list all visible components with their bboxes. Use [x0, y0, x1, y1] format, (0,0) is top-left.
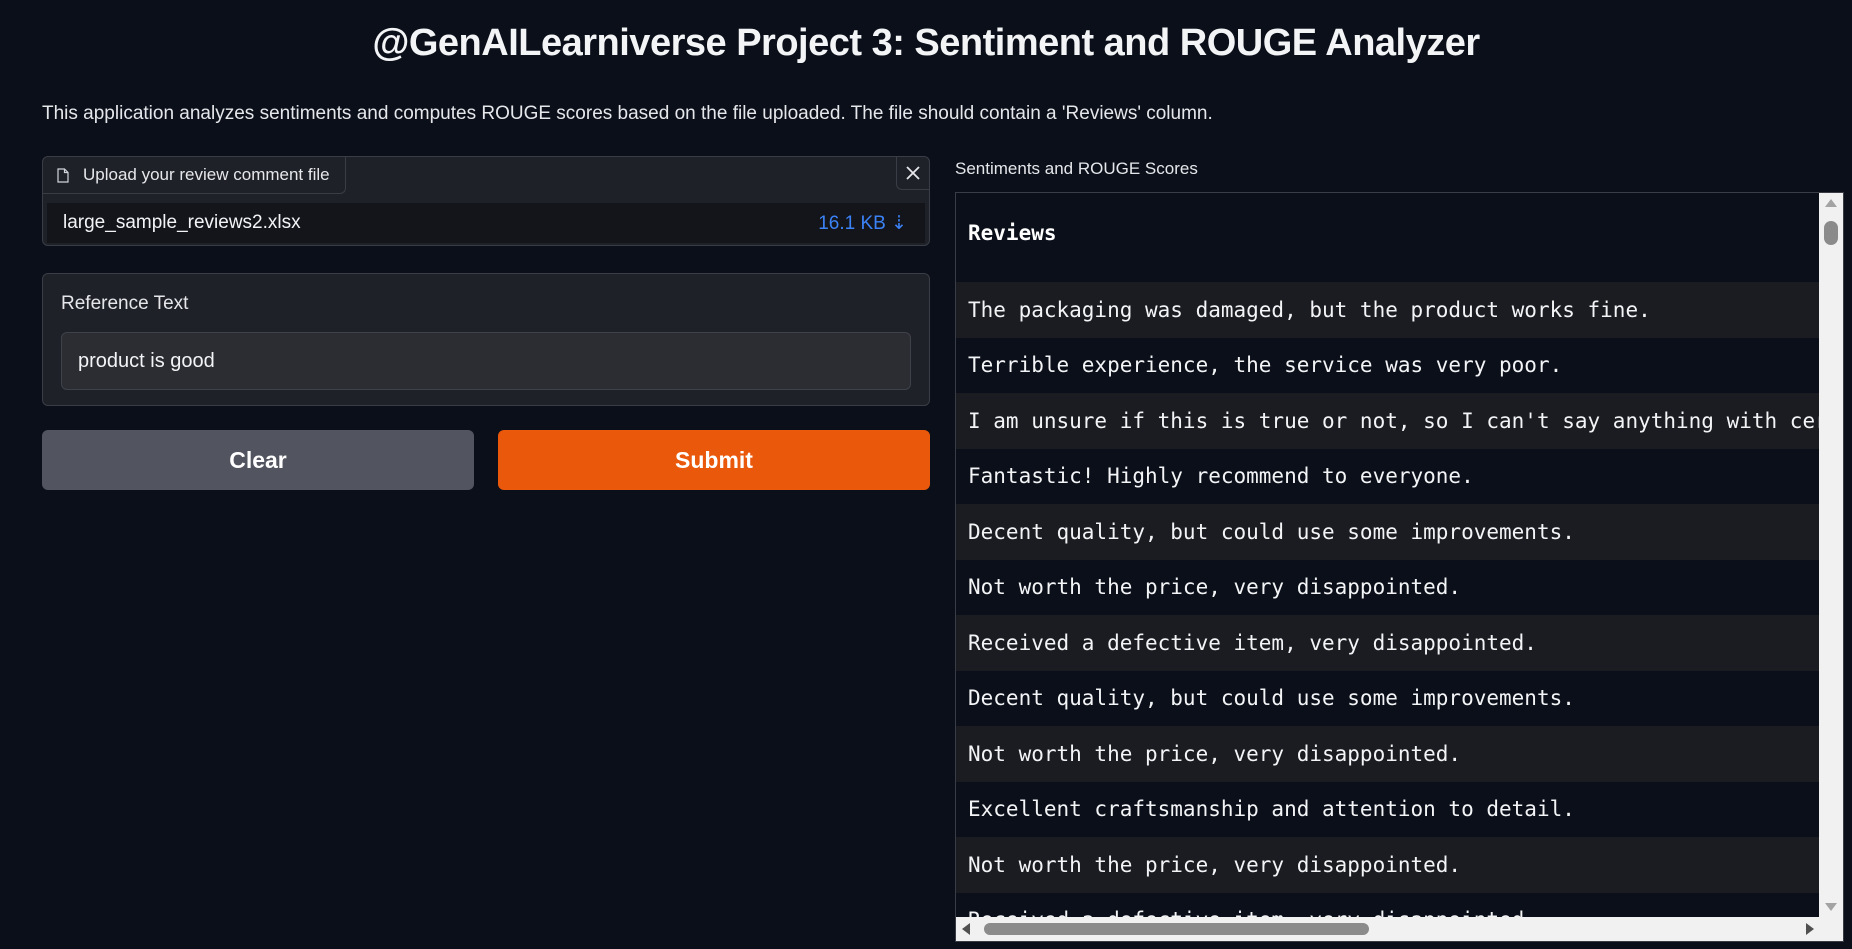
column-header-reviews: Reviews [968, 221, 1057, 245]
file-upload-label-text: Upload your review comment file [83, 165, 330, 184]
page-title: @GenAILearniverse Project 3: Sentiment a… [372, 22, 1480, 64]
table-row: Fantastic! Highly recommend to everyone. [956, 448, 1820, 504]
reference-text-panel: Reference Text [42, 273, 930, 406]
table-row: Excellent craftsmanship and attention to… [956, 781, 1820, 837]
table-row: Decent quality, but could use some impro… [956, 670, 1820, 726]
clear-button[interactable]: Clear [42, 430, 474, 490]
file-upload-label: Upload your review comment file [43, 157, 346, 194]
horizontal-scrollbar[interactable] [956, 917, 1820, 941]
table-row: The packaging was damaged, but the produ… [956, 282, 1820, 338]
clear-file-button[interactable] [896, 157, 929, 190]
scroll-right-arrow-icon[interactable] [1806, 923, 1814, 935]
scroll-left-arrow-icon[interactable] [962, 923, 970, 935]
table-row: Received a defective item, very disappoi… [956, 615, 1820, 671]
table-row: Not worth the price, very disappointed. [956, 726, 1820, 782]
reference-text-input[interactable] [61, 332, 911, 390]
table-row: Decent quality, but could use some impro… [956, 504, 1820, 560]
reference-text-label: Reference Text [61, 293, 189, 314]
scroll-down-arrow-icon[interactable] [1825, 903, 1837, 911]
document-icon [57, 167, 69, 183]
close-icon [906, 166, 920, 180]
uploaded-file-row: large_sample_reviews2.xlsx 16.1 KB ⇣ [47, 203, 925, 243]
scroll-up-arrow-icon[interactable] [1825, 199, 1837, 207]
table-row: Terrible experience, the service was ver… [956, 337, 1820, 393]
vertical-scroll-thumb[interactable] [1824, 221, 1838, 245]
output-label: Sentiments and ROUGE Scores [955, 159, 1198, 178]
page-description: This application analyzes sentiments and… [42, 103, 1213, 124]
table-row: I am unsure if this is true or not, so I… [956, 393, 1820, 449]
table-row: Not worth the price, very disappointed. [956, 559, 1820, 615]
table-row: Not worth the price, very disappointed. [956, 837, 1820, 893]
vertical-scrollbar[interactable] [1819, 193, 1843, 941]
submit-button[interactable]: Submit [498, 430, 930, 490]
file-size-download-link[interactable]: 16.1 KB ⇣ [818, 212, 907, 235]
horizontal-scroll-thumb[interactable] [984, 923, 1369, 935]
file-upload-panel: Upload your review comment file large_sa… [42, 156, 930, 246]
results-table[interactable]: Reviews The packaging was damaged, but t… [955, 192, 1844, 942]
file-name: large_sample_reviews2.xlsx [63, 212, 301, 233]
table-rows: The packaging was damaged, but the produ… [956, 282, 1820, 941]
